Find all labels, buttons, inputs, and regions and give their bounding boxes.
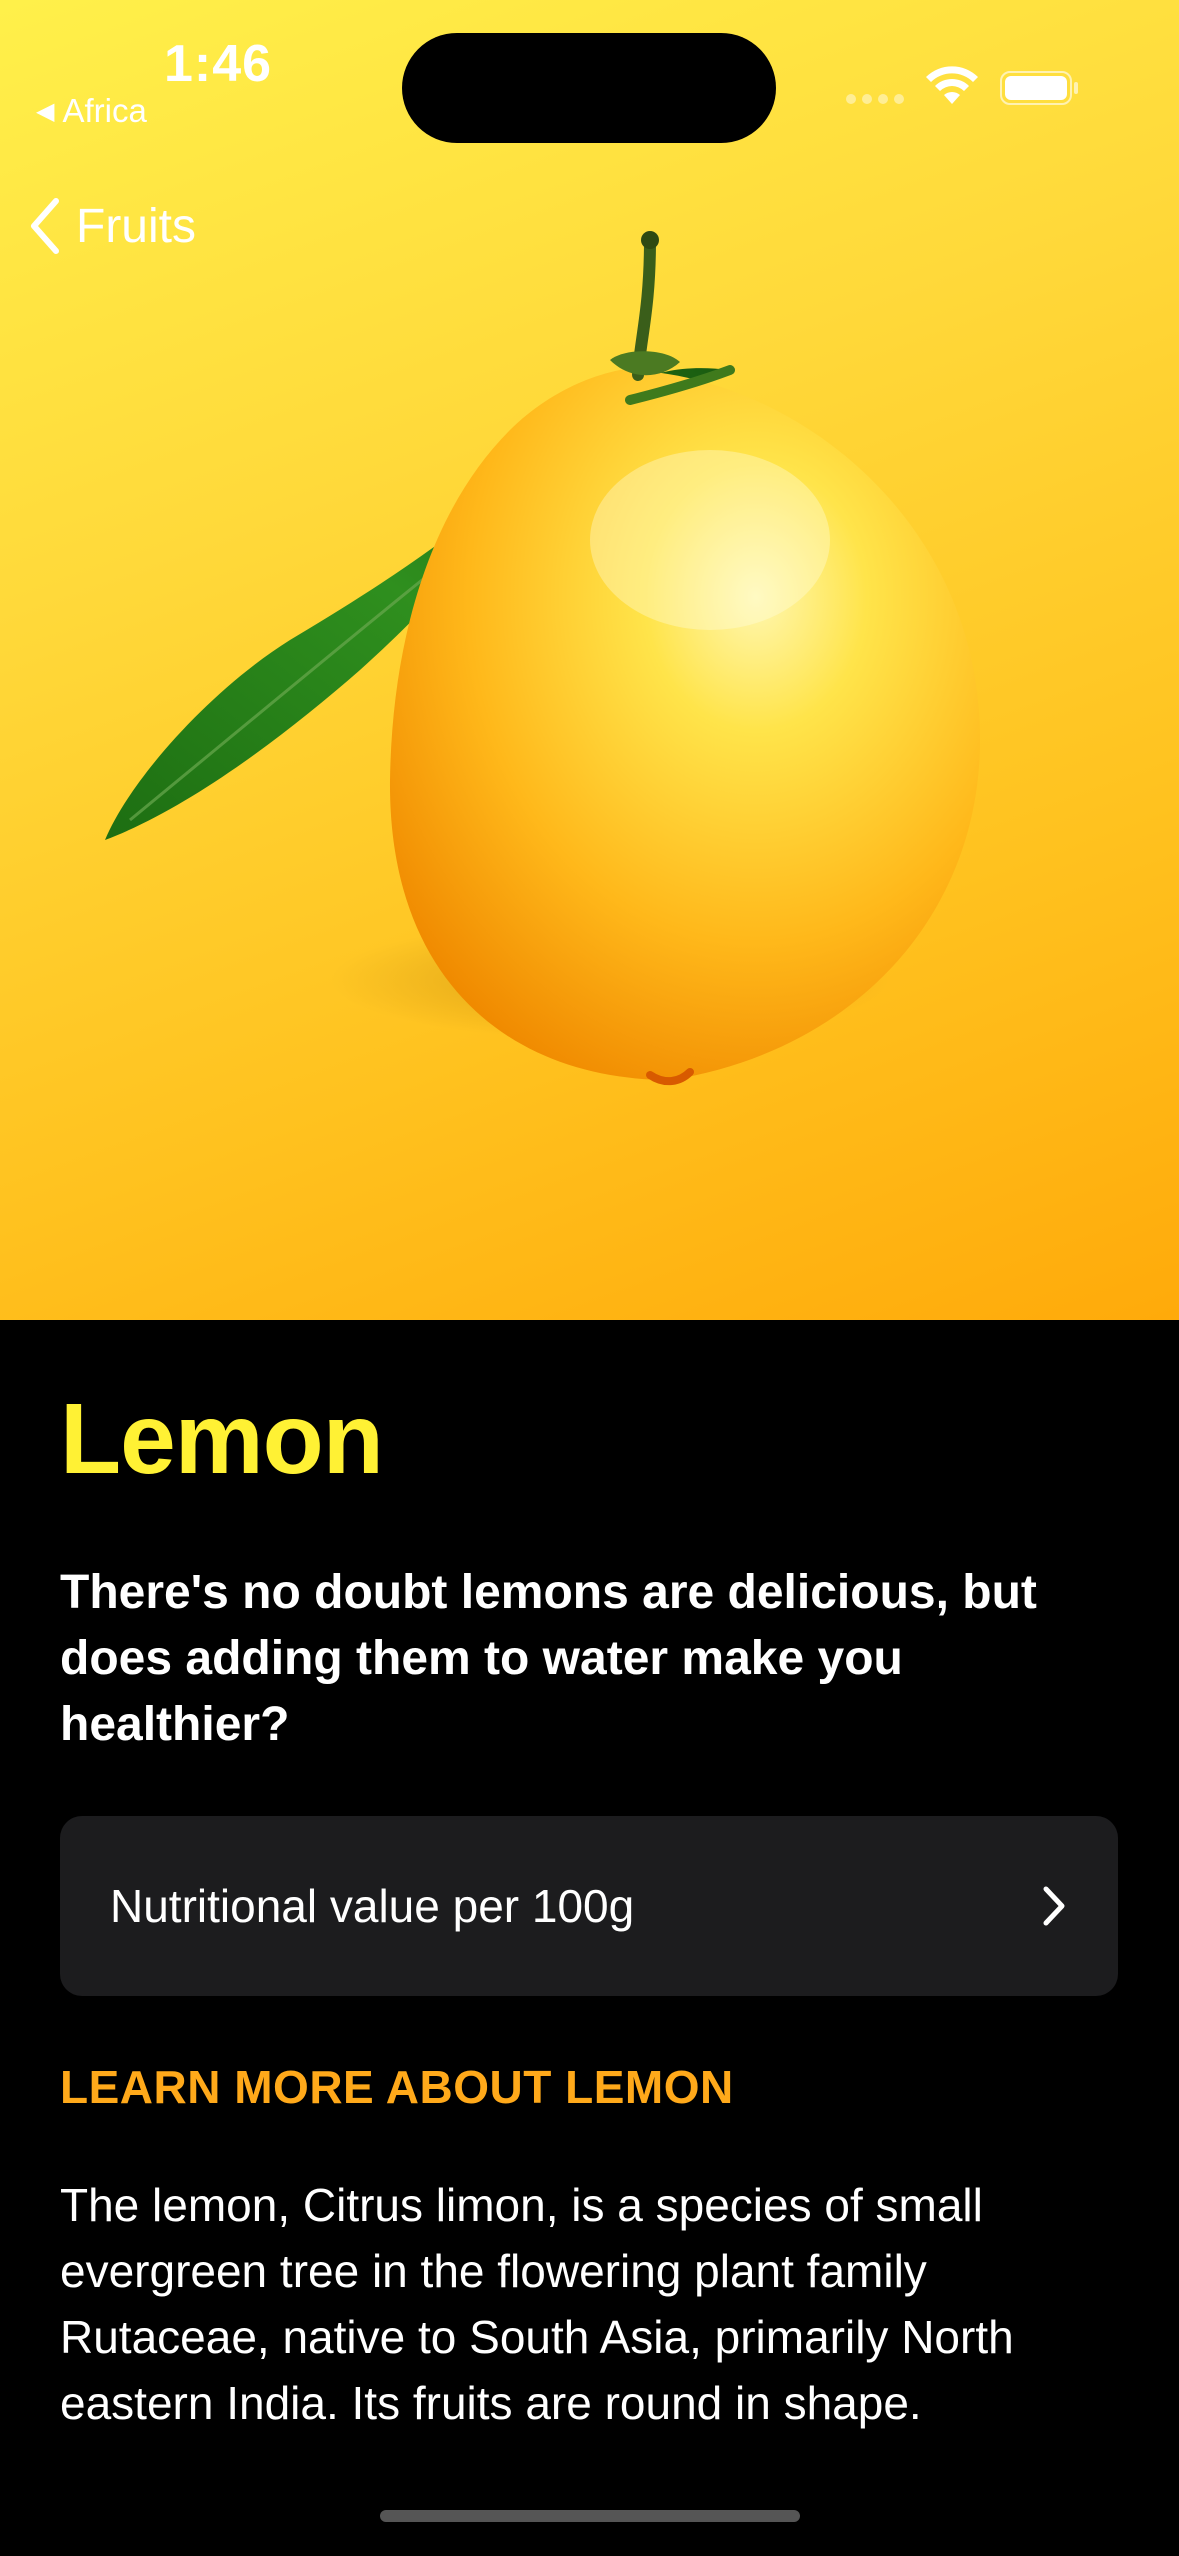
back-triangle-icon: ◀ (36, 97, 55, 125)
chevron-left-icon (31, 198, 59, 254)
home-indicator[interactable] (380, 2510, 800, 2522)
dynamic-island (402, 33, 776, 143)
fruit-title: Lemon (60, 1383, 384, 1495)
wifi-icon (926, 66, 978, 104)
fruit-headline: There's no doubt lemons are delicious, b… (60, 1566, 1037, 1751)
battery-icon (1000, 71, 1078, 105)
back-to-app-button[interactable]: ◀ Africa (36, 92, 147, 130)
status-time: 1:46 (164, 35, 273, 93)
nutrition-disclosure-row[interactable]: Nutritional value per 100g (60, 1816, 1118, 1996)
cellular-signal-icon (846, 94, 904, 104)
hero-header: 1:46 ◀ Africa Fruits (0, 0, 1179, 1320)
lemon-image (105, 231, 980, 1086)
back-app-label: Africa (62, 92, 147, 129)
fruit-description: The lemon, Citrus limon, is a species of… (60, 2179, 1014, 2429)
nutrition-label: Nutritional value per 100g (110, 1880, 635, 1932)
fruit-detail-content: Lemon There's no doubt lemons are delici… (0, 1320, 1179, 2556)
chevron-right-icon (1043, 1886, 1065, 1926)
learn-more-header: LEARN MORE ABOUT LEMON (60, 2061, 734, 2113)
